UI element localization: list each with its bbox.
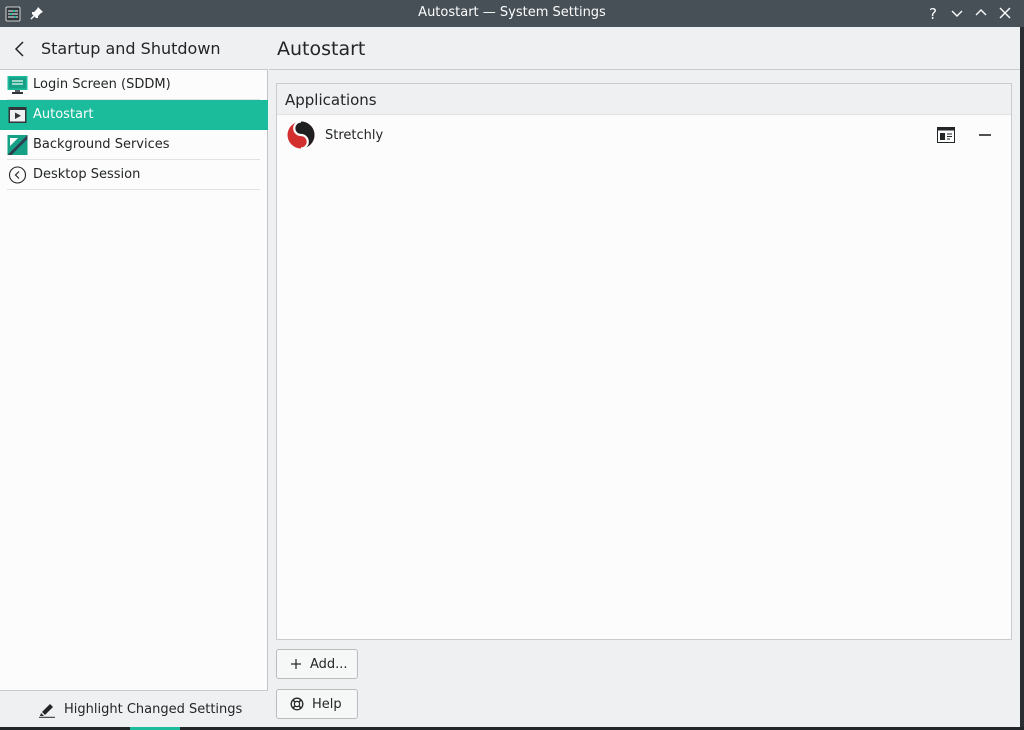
close-icon[interactable] bbox=[996, 4, 1014, 22]
section-label: Applications bbox=[285, 91, 377, 109]
sidebar-item-desktop-session[interactable]: Desktop Session bbox=[0, 160, 268, 190]
divider bbox=[7, 189, 260, 190]
back-arrow-icon[interactable] bbox=[10, 39, 30, 59]
application-name: Stretchly bbox=[325, 128, 384, 143]
session-icon bbox=[8, 166, 27, 184]
svg-text:?: ? bbox=[929, 5, 937, 22]
sidebar-item-background-services[interactable]: Background Services bbox=[0, 130, 268, 160]
applications-section-header: Applications bbox=[277, 84, 1011, 115]
sidebar-item-login-screen[interactable]: Login Screen (SDDM) bbox=[0, 70, 268, 100]
list-item[interactable]: Stretchly bbox=[277, 118, 1011, 152]
remove-icon[interactable] bbox=[977, 127, 993, 143]
lifebuoy-icon bbox=[290, 697, 304, 711]
background-services-icon bbox=[7, 135, 28, 155]
add-button-label: Add... bbox=[310, 656, 348, 672]
properties-icon[interactable] bbox=[937, 127, 955, 143]
stretchly-logo-icon bbox=[287, 120, 315, 150]
maximize-icon[interactable] bbox=[972, 4, 990, 22]
help-button-label: Help bbox=[312, 696, 342, 712]
minimize-icon[interactable] bbox=[948, 4, 966, 22]
page-title: Autostart bbox=[277, 38, 366, 60]
main-header: Autostart bbox=[269, 27, 1020, 70]
highlighter-icon bbox=[39, 704, 55, 718]
sidebar-title: Startup and Shutdown bbox=[41, 39, 221, 58]
sidebar: Startup and Shutdown Login Screen (SDDM) bbox=[0, 27, 268, 727]
highlight-changed-settings-label: Highlight Changed Settings bbox=[64, 701, 243, 717]
help-icon[interactable]: ? bbox=[924, 4, 942, 22]
highlight-changed-settings-button[interactable]: Highlight Changed Settings bbox=[38, 699, 242, 719]
sidebar-item-autostart[interactable]: Autostart bbox=[0, 100, 268, 130]
sidebar-item-label: Login Screen (SDDM) bbox=[33, 77, 171, 92]
help-button[interactable]: Help bbox=[276, 689, 358, 719]
applications-panel: Applications Stretchly bbox=[276, 83, 1012, 640]
sidebar-header: Startup and Shutdown bbox=[0, 27, 268, 70]
window-title: Autostart — System Settings bbox=[418, 5, 606, 20]
plus-icon bbox=[291, 659, 301, 669]
sidebar-item-label: Autostart bbox=[33, 107, 94, 122]
sidebar-nav: Login Screen (SDDM) Autostart Background… bbox=[0, 70, 268, 190]
sidebar-item-label: Desktop Session bbox=[33, 167, 141, 182]
title-bar: Autostart — System Settings ? bbox=[0, 0, 1024, 27]
main-content: Autostart Applications Stretchly Add... … bbox=[269, 27, 1020, 727]
autostart-icon bbox=[8, 107, 27, 123]
monitor-icon bbox=[7, 76, 28, 94]
sidebar-item-label: Background Services bbox=[33, 137, 170, 152]
settings-window: Startup and Shutdown Login Screen (SDDM) bbox=[0, 27, 1020, 727]
add-button[interactable]: Add... bbox=[276, 649, 358, 679]
sidebar-footer: Highlight Changed Settings bbox=[0, 690, 268, 727]
